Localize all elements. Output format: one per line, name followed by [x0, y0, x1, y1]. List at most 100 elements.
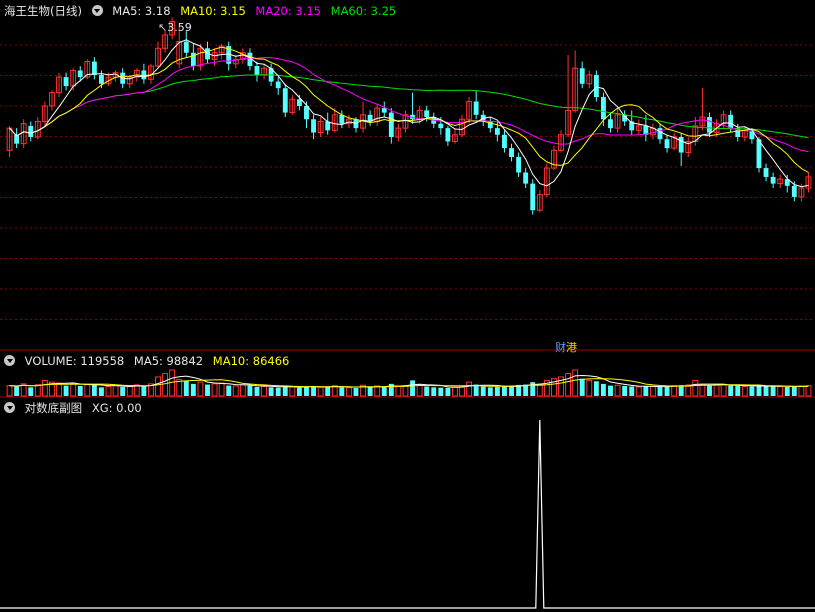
high-price-value: 3.59	[167, 21, 192, 34]
candle-down	[657, 128, 663, 140]
volume-bar-up	[84, 384, 91, 397]
volume-bar-up	[126, 385, 133, 397]
stock-name: 海王生物(日线)	[4, 4, 82, 18]
high-price-marker: ↖3.59	[158, 21, 192, 34]
volume-bar-down	[120, 386, 126, 396]
volume-bar-up	[699, 384, 706, 397]
volume-bar-down	[183, 380, 189, 396]
volume-bar-down	[735, 385, 741, 396]
candle-down	[678, 137, 684, 153]
candle-down	[600, 97, 606, 120]
candle-down	[473, 101, 479, 115]
volume-ma10-line	[9, 378, 809, 388]
volume-bar-down	[268, 387, 274, 396]
volume-bar-up	[218, 382, 225, 397]
stock-chart	[0, 17, 815, 609]
volume-bar-up	[649, 385, 656, 397]
candle-down	[381, 108, 387, 113]
candle-down	[296, 99, 302, 106]
finance-event-tag[interactable]: 财	[555, 341, 566, 354]
candle-down	[183, 41, 189, 53]
candle-down	[593, 74, 599, 98]
volume-bar-up	[232, 385, 239, 397]
volume-bar-up	[105, 385, 112, 397]
volume-bar-up	[155, 376, 161, 397]
volume-bar-down	[487, 387, 493, 396]
volume-bar-down	[296, 387, 302, 396]
volume-bar-down	[494, 386, 500, 396]
volume-bar-up	[466, 381, 473, 397]
volume-bar-down	[728, 385, 734, 396]
volume-bar-up	[70, 383, 77, 397]
candle-down	[707, 117, 712, 133]
price-panel-header: 海王生物(日线) MA5: 3.18 MA10: 3.15 MA20: 3.15…	[4, 4, 402, 18]
volume-bar-up	[239, 384, 246, 397]
event-tags[interactable]: 财港	[555, 339, 577, 355]
volume-bar-down	[431, 387, 437, 396]
indicator-panel-header: 对数底副图 XG: 0.00	[4, 401, 148, 415]
volume-bar-up	[416, 384, 423, 397]
volume-bar-up	[798, 385, 805, 397]
candle-down	[494, 128, 500, 135]
volume-bar-down	[311, 385, 316, 396]
volume-bar-down	[353, 388, 359, 396]
volume-bar-down	[608, 385, 613, 396]
volume-bar-down	[600, 383, 606, 396]
volume-bar-down	[756, 385, 762, 396]
candle-down	[664, 139, 670, 149]
volume-bar-down	[99, 387, 104, 396]
volume-bar-down	[254, 386, 260, 396]
hk-event-tag[interactable]: 港	[566, 341, 577, 354]
xg-line	[0, 419, 815, 609]
candle-down	[388, 112, 394, 138]
volume-value: VOLUME: 119558	[24, 354, 125, 368]
chevron-down-circle-icon[interactable]	[4, 355, 15, 366]
volume-bar-down	[141, 386, 147, 396]
volume-bar-down	[77, 385, 83, 396]
ma60-value: MA60: 3.25	[330, 4, 397, 18]
volume-bar-up	[197, 381, 204, 397]
ma5-value: MA5: 3.18	[112, 4, 171, 18]
candle-down	[99, 74, 104, 84]
volume-bar-up	[56, 382, 62, 397]
candle-down	[141, 70, 147, 80]
ma10-value: MA10: 3.15	[180, 4, 246, 18]
candle-down	[445, 128, 451, 142]
volume-bar-down	[664, 385, 670, 396]
volume-bar-down	[509, 385, 514, 396]
volume-bar-down	[678, 385, 684, 396]
ma20-value: MA20: 3.15	[255, 4, 321, 18]
candle-down	[438, 123, 444, 129]
volume-bar-down	[622, 385, 628, 396]
volume-bar-down	[502, 385, 507, 396]
candle-down	[28, 125, 34, 138]
volume-bar-down	[657, 386, 663, 396]
volume-bar-down	[424, 386, 430, 396]
candle-down	[770, 176, 776, 184]
volume-bar-down	[445, 388, 451, 396]
candle-down	[530, 183, 536, 211]
volume-bar-up	[720, 384, 727, 397]
candle-down	[63, 77, 69, 86]
volume-bar-down	[190, 383, 196, 396]
chevron-down-circle-icon[interactable]	[91, 5, 103, 16]
volume-bar-up	[261, 385, 267, 397]
volume-bar-up	[34, 384, 41, 397]
volume-bar-down	[28, 387, 34, 396]
candle-down	[608, 119, 613, 129]
candle-down	[502, 134, 507, 149]
volume-bar-down	[707, 385, 712, 396]
volume-bar-up	[614, 384, 621, 397]
chevron-down-circle-icon[interactable]	[4, 402, 15, 413]
candle-down	[763, 168, 769, 177]
volume-bar-down	[770, 386, 776, 396]
volume-bar-down	[91, 383, 97, 396]
candle-down	[791, 185, 797, 197]
volume-bar-down	[14, 386, 20, 396]
volume-bar-up	[211, 383, 218, 397]
volume-bar-down	[367, 387, 373, 396]
volume-bar-down	[247, 385, 253, 396]
volume-bar-up	[452, 386, 458, 397]
candle-down	[509, 148, 514, 157]
volume-bar-up	[565, 372, 572, 397]
